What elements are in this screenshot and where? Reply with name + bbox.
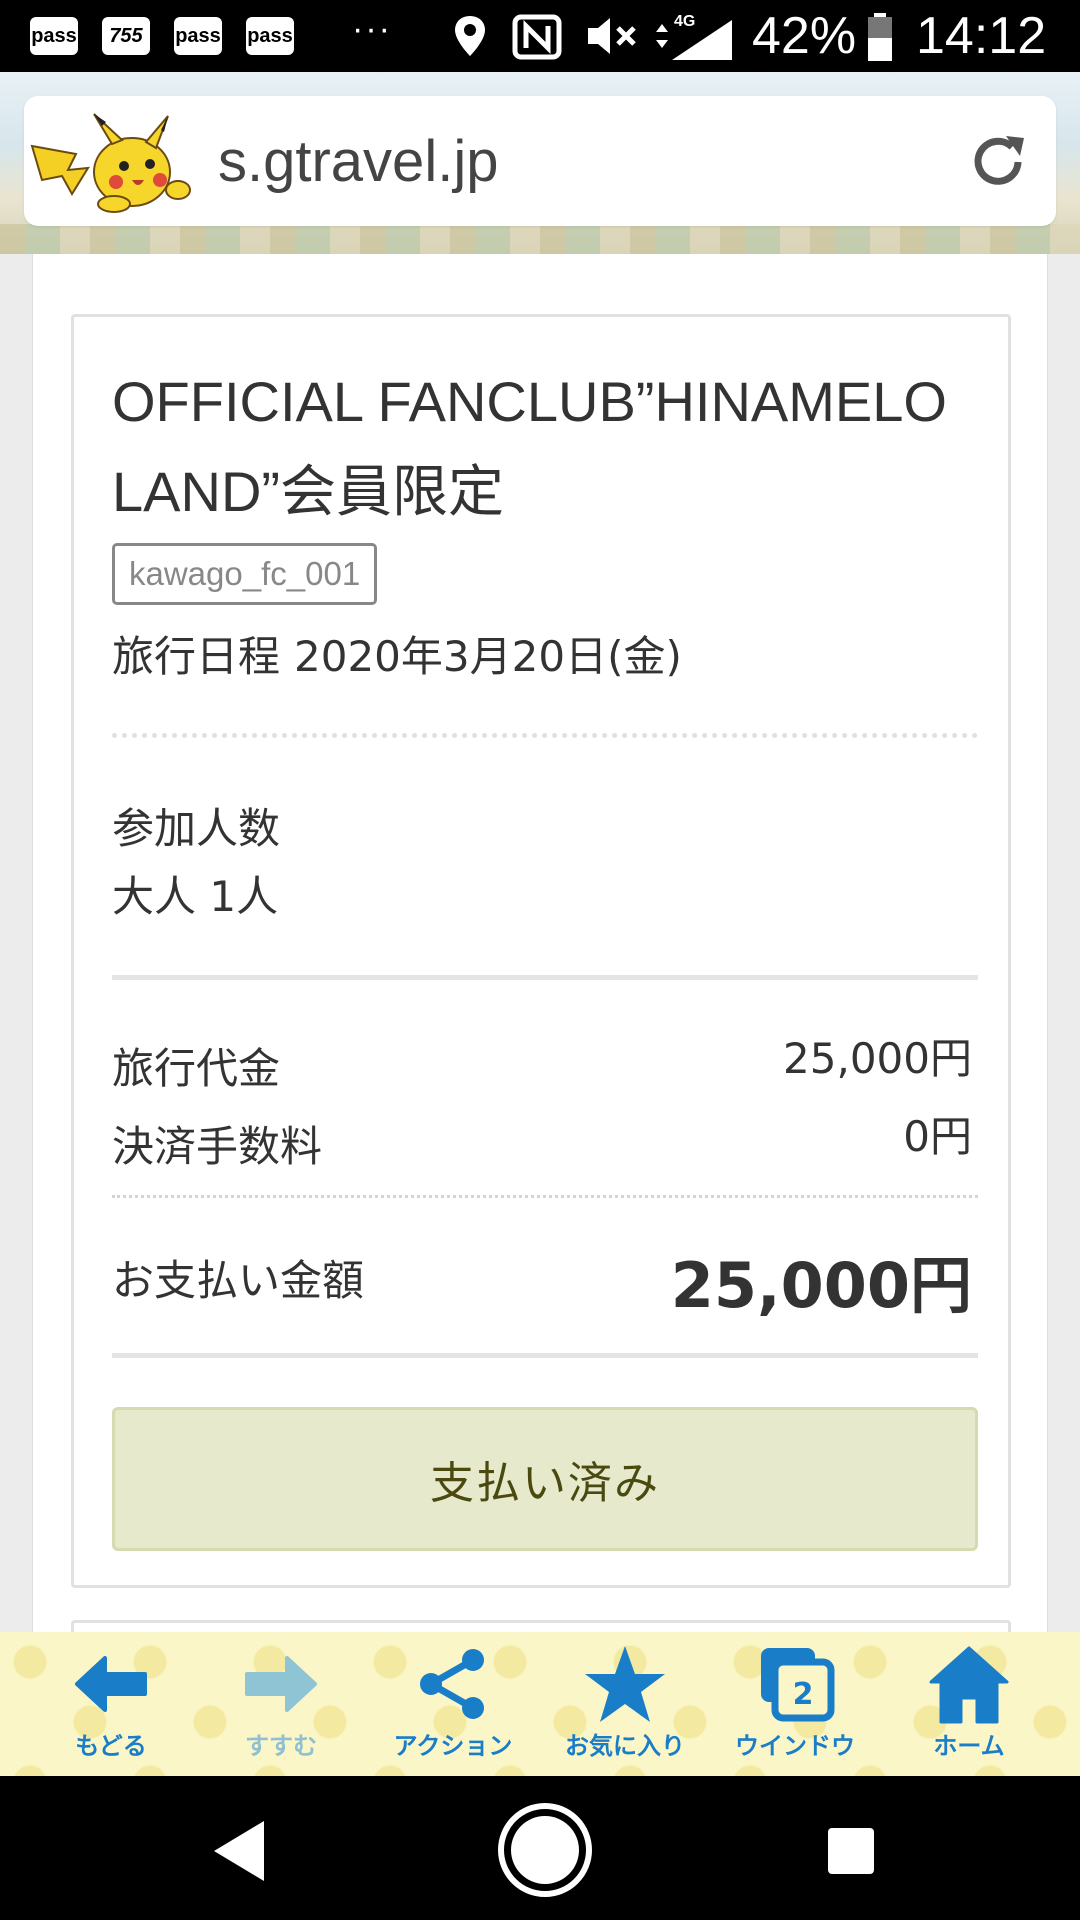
paid-status-button[interactable]: 支払い済み [112,1407,978,1551]
total-amount-label: お支払い金額 [112,1256,365,1305]
page-content: OFFICIAL FANCLUB”HINAMELO LAND”会員限定 kawa… [32,254,1048,1660]
star-icon [585,1646,665,1722]
favorites-button[interactable]: お気に入り [550,1642,700,1772]
travel-date-row: 旅行日程 2020年3月20日(金) [112,623,682,684]
battery-icon [868,13,892,61]
travel-fee-value: 25,000円 [783,1034,972,1083]
back-button[interactable]: もどる [36,1642,186,1772]
notification-755-icon: 755 [102,17,150,55]
tour-title: OFFICIAL FANCLUB”HINAMELO LAND”会員限定 [112,370,947,523]
address-bar[interactable]: s.gtravel.jp [24,96,1056,226]
divider [112,733,978,738]
signal-icon: 4G [656,13,732,60]
back-label: もどる [75,1732,147,1760]
payment-fee-label: 決済手数料 [112,1122,323,1171]
booking-card: OFFICIAL FANCLUB”HINAMELO LAND”会員限定 kawa… [71,314,1011,1588]
clock: 14:12 [916,7,1047,65]
data-arrows-icon [656,24,668,48]
recents-square-icon[interactable] [806,1806,896,1896]
mute-icon [588,18,636,54]
share-icon [420,1649,484,1719]
location-icon [455,16,485,56]
forward-button[interactable]: すすむ [206,1642,356,1772]
forward-arrow-icon [245,1656,317,1712]
participants-label: 参加人数 [112,804,281,853]
nfc-icon [512,14,562,60]
payment-fee-value: 0円 [903,1112,972,1161]
window-count-badge: 2 [793,1677,814,1712]
network-type-label: 4G [674,13,695,30]
system-navigation-bar [0,1776,1080,1920]
action-button[interactable]: アクション [378,1642,528,1772]
windows-button[interactable]: 2 ウインドウ [720,1642,870,1772]
battery-percentage: 42% [752,7,857,65]
windows-label: ウインドウ [735,1732,855,1760]
travel-date-value: 2020年3月20日(金) [294,632,682,681]
notification-pass-icon: pass [246,17,294,55]
reload-icon[interactable] [962,126,1034,198]
more-notifications-indicator: ··· [352,10,392,48]
home-circle-icon[interactable] [495,1800,595,1900]
home-button[interactable]: ホーム [894,1642,1044,1772]
forward-label: すすむ [245,1732,317,1760]
url-text[interactable]: s.gtravel.jp [218,128,498,195]
favorites-label: お気に入り [565,1732,685,1760]
total-amount-value: 25,000円 [670,1249,972,1322]
browser-toolbar: もどる すすむ アクション お気に入り 2 ウインドウ ホーム [0,1632,1080,1776]
back-arrow-icon [75,1656,147,1712]
pikachu-logo[interactable] [28,110,208,214]
home-label: ホーム [933,1732,1005,1760]
action-label: アクション [393,1732,513,1760]
divider [112,1195,978,1198]
divider [112,975,978,980]
tour-code-badge: kawago_fc_001 [112,543,378,605]
travel-date-label: 旅行日程 [112,632,281,681]
notification-pass-icon: pass [174,17,222,55]
participants-value: 大人 1人 [112,872,279,921]
status-bar: pass 755 pass pass ··· 4G 42% 14:12 [0,0,1080,72]
windows-icon: 2 [761,1648,835,1722]
back-triangle-icon[interactable] [194,1806,284,1896]
notification-pass-icon: pass [30,17,78,55]
home-icon [929,1646,1009,1724]
travel-fee-label: 旅行代金 [112,1044,281,1093]
divider [112,1353,978,1358]
